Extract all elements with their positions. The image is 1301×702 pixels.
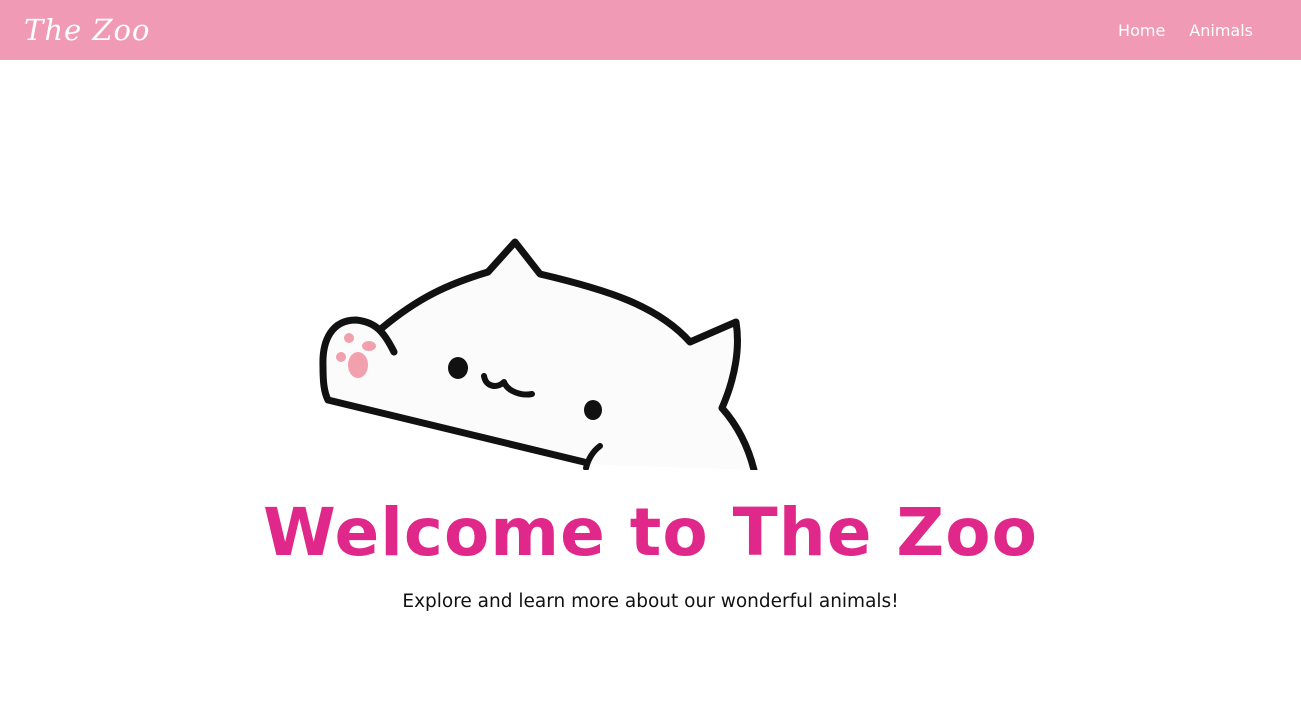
hero-subtitle: Explore and learn more about our wonderf… xyxy=(402,591,899,612)
nav-link-home[interactable]: Home xyxy=(1118,21,1165,40)
nav-links: Home Animals xyxy=(1118,0,1253,60)
brand-logo-link[interactable]: The Zoo xyxy=(24,11,150,49)
waving-cat-illustration xyxy=(319,238,758,470)
top-navbar: The Zoo Home Animals xyxy=(0,0,1301,60)
hero-title: Welcome to The Zoo xyxy=(263,494,1038,571)
nav-link-animals[interactable]: Animals xyxy=(1189,21,1253,40)
